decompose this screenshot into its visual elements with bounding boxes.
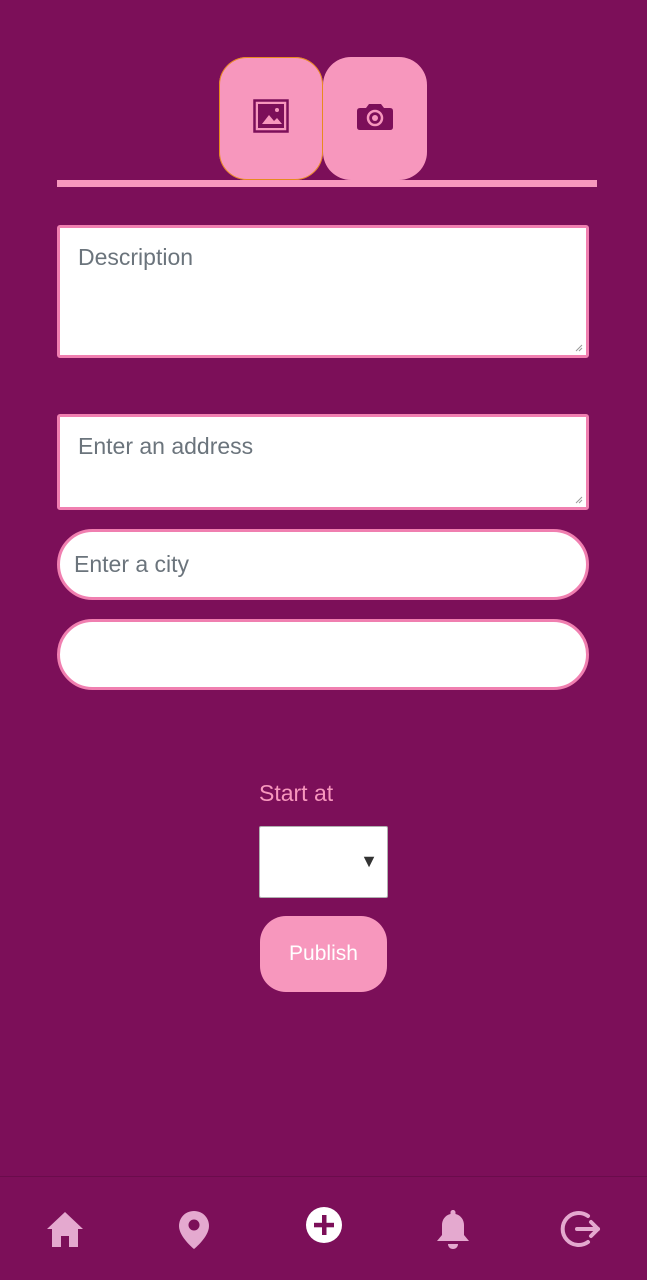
logout-icon: [560, 1211, 600, 1247]
media-tabs: [219, 57, 427, 180]
home-icon: [47, 1212, 83, 1247]
start-at-label: Start at: [259, 780, 334, 806]
bottom-nav: [0, 1176, 647, 1280]
resize-grip-icon[interactable]: [575, 344, 583, 352]
chevron-down-icon: ▼: [360, 851, 378, 871]
secondary-input[interactable]: [57, 619, 589, 690]
description-placeholder: Description: [78, 244, 194, 270]
gallery-tab-button[interactable]: [219, 57, 323, 180]
nav-add[interactable]: [302, 1203, 346, 1247]
camera-icon: [356, 101, 394, 136]
nav-logout[interactable]: [560, 1207, 604, 1251]
start-at-select[interactable]: ▼: [259, 826, 388, 898]
map-pin-icon: [179, 1211, 209, 1249]
tab-underline: [57, 180, 597, 187]
city-placeholder: Enter a city: [74, 551, 190, 577]
camera-tab-button[interactable]: [323, 57, 427, 180]
address-input[interactable]: Enter an address: [57, 414, 589, 510]
description-input[interactable]: Description: [57, 225, 589, 358]
address-placeholder: Enter an address: [78, 433, 254, 459]
image-icon: [253, 99, 289, 138]
city-input[interactable]: Enter a city: [57, 529, 589, 600]
nav-home[interactable]: [43, 1207, 87, 1251]
nav-map[interactable]: [172, 1207, 216, 1251]
resize-grip-icon[interactable]: [575, 496, 583, 504]
add-circle-icon: [306, 1207, 342, 1243]
nav-notifications[interactable]: [431, 1207, 475, 1251]
bell-icon: [437, 1210, 469, 1249]
publish-button[interactable]: Publish: [260, 916, 387, 992]
